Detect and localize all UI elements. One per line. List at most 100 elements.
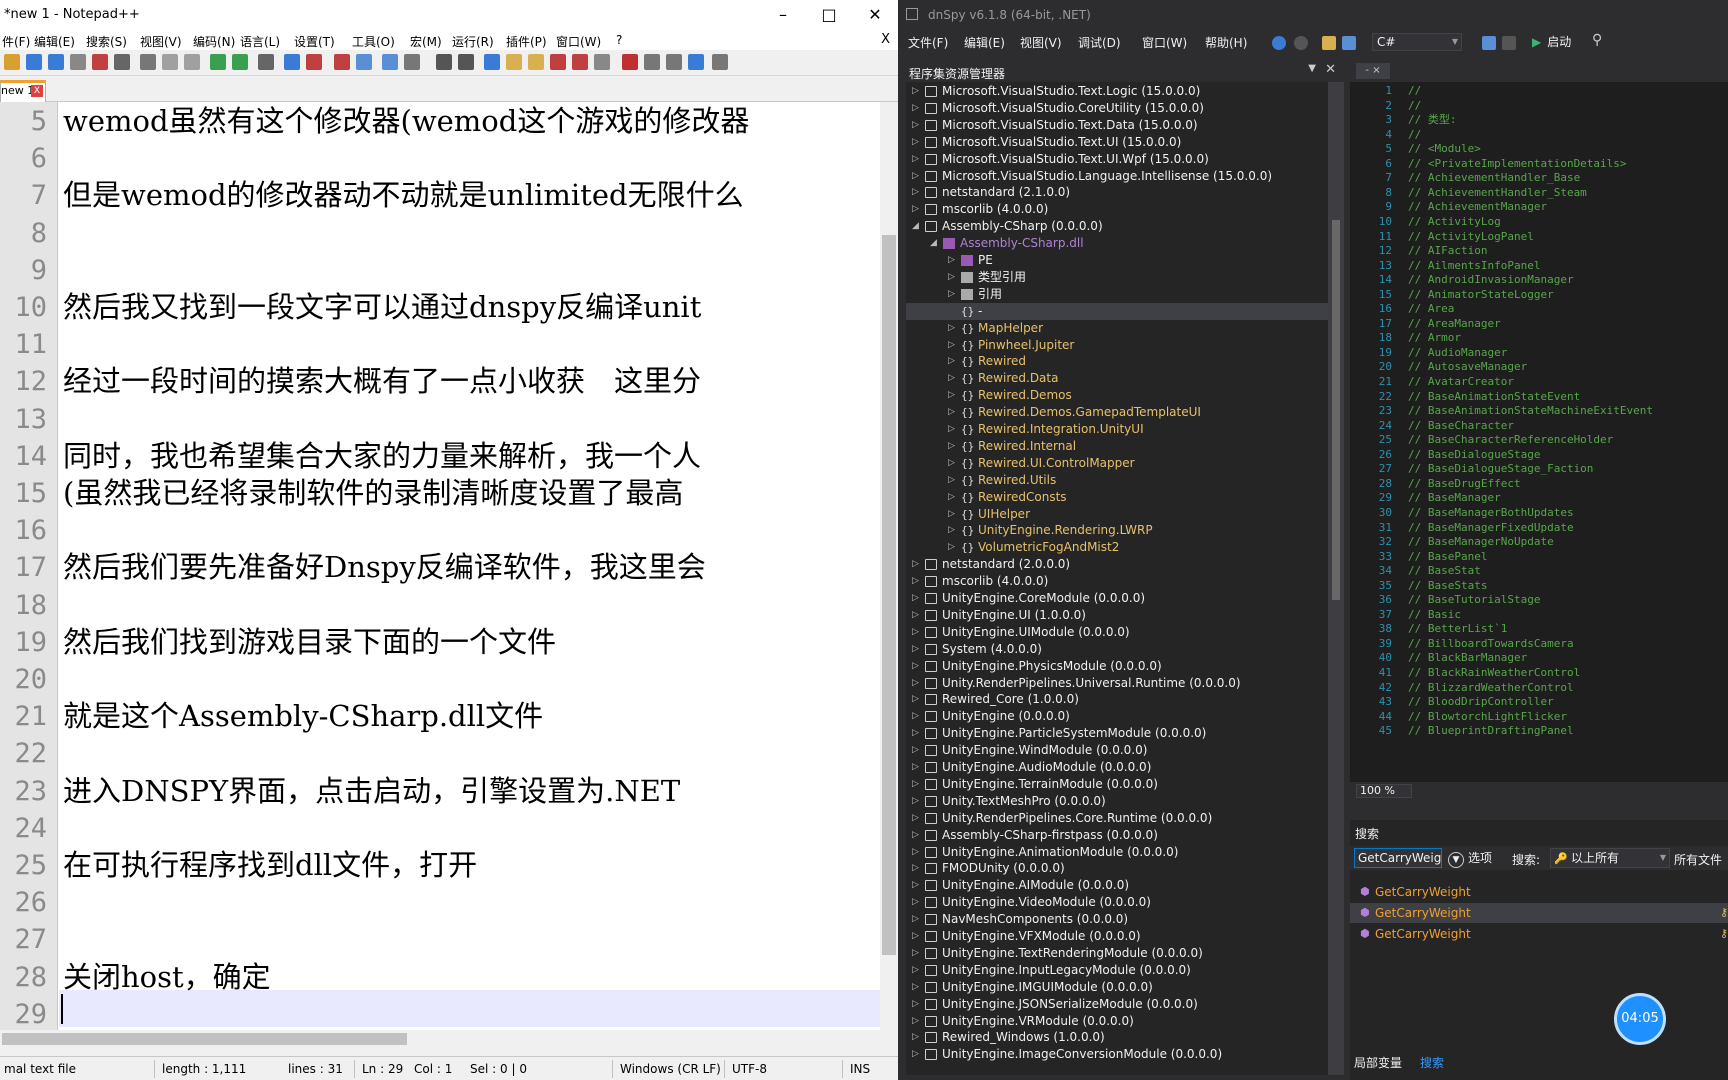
tree-node[interactable]: ▷{} UIHelper — [906, 506, 1328, 523]
folder-workspace-icon[interactable] — [572, 54, 588, 70]
zoom-out-icon[interactable] — [356, 54, 372, 70]
assembly-tree[interactable]: ▷ Microsoft.VisualStudio.Text.Logic (15.0… — [906, 82, 1328, 1075]
tree-node[interactable]: ▷ netstandard (2.1.0.0) — [906, 184, 1328, 201]
expander-icon[interactable]: ▷ — [948, 370, 958, 387]
tree-node[interactable]: ▷{} Rewired.Demos.GamepadTemplateUI — [906, 404, 1328, 421]
save-all-icon[interactable] — [70, 54, 86, 70]
cut-icon[interactable] — [162, 54, 178, 70]
print-icon[interactable] — [140, 54, 156, 70]
expander-icon[interactable]: ▷ — [912, 776, 922, 793]
expander-icon[interactable]: ▷ — [912, 894, 922, 911]
expander-icon[interactable]: ▷ — [948, 252, 958, 269]
close-document-icon[interactable]: X — [881, 32, 890, 47]
expander-icon[interactable]: ▷ — [912, 641, 922, 658]
tree-node[interactable]: ▷ mscorlib (4.0.0.0) — [906, 201, 1328, 218]
tree-node[interactable]: ▷ Unity.RenderPipelines.Core.Runtime (0.0… — [906, 810, 1328, 827]
dnspy-menu-item[interactable]: 编辑(E) — [964, 34, 1005, 51]
tree-node[interactable]: ▷ 类型引用 — [906, 269, 1328, 286]
tree-scroll-thumb[interactable] — [1332, 220, 1340, 600]
tree-node[interactable]: ▷{} UnityEngine.Rendering.LWRP — [906, 522, 1328, 539]
tree-node[interactable]: ▷ UnityEngine.TerrainModule (0.0.0.0) — [906, 776, 1328, 793]
search-result-row[interactable]: ⬢ GetCarryWeight ⚷ — [1350, 924, 1728, 944]
tree-node[interactable]: ▷{} Rewired.Utils — [906, 472, 1328, 489]
tree-node[interactable]: ▷ Rewired_Core (1.0.0.0) — [906, 691, 1328, 708]
expander-icon[interactable]: ▷ — [912, 573, 922, 590]
menu-item[interactable]: 视图(V) — [140, 33, 182, 50]
search-options-button[interactable]: ▼ 选项 — [1448, 849, 1492, 868]
forward-arrow-icon[interactable] — [1294, 36, 1308, 50]
tree-node[interactable]: ◢ Assembly-CSharp.dll — [906, 235, 1328, 252]
tree-node[interactable]: ▷ Unity.RenderPipelines.Universal.Runtime… — [906, 675, 1328, 692]
monitor-icon[interactable] — [594, 54, 610, 70]
tree-node[interactable]: ▷ UnityEngine.AIModule (0.0.0.0) — [906, 877, 1328, 894]
paste-icon[interactable] — [210, 54, 226, 70]
expander-icon[interactable]: ▷ — [948, 455, 958, 472]
redo-icon[interactable] — [1502, 36, 1516, 50]
expander-icon[interactable]: ▷ — [912, 201, 922, 218]
menu-item[interactable]: 宏(M) — [410, 33, 442, 50]
sync-horizontal-icon[interactable] — [404, 54, 420, 70]
expander-icon[interactable]: ▷ — [948, 472, 958, 489]
expander-icon[interactable]: ▷ — [912, 928, 922, 945]
open-folder-icon[interactable] — [1322, 36, 1336, 50]
dnspy-menu-item[interactable]: 调试(D) — [1078, 34, 1121, 51]
expander-icon[interactable]: ▷ — [912, 827, 922, 844]
decompiled-code[interactable]: 1 2 3 4 5 6 7 8 9 10 11 12 13 14 15 16 17 18 19 20 21 22 23 24 2… — [1350, 82, 1728, 782]
zoom-in-icon[interactable] — [334, 54, 350, 70]
tree-node[interactable]: ▷{} Pinwheel.Jupiter — [906, 337, 1328, 354]
expander-icon[interactable]: ▷ — [948, 539, 958, 556]
new-file-icon[interactable] — [4, 54, 20, 70]
start-debug-button[interactable]: ▶ 启动 — [1532, 33, 1571, 50]
vertical-scroll-thumb[interactable] — [882, 235, 896, 955]
expander-icon[interactable]: ▷ — [912, 168, 922, 185]
language-select[interactable]: C# ▼ — [1372, 33, 1462, 51]
expander-icon[interactable]: ▷ — [912, 1046, 922, 1063]
tree-node[interactable]: ▷ mscorlib (4.0.0.0) — [906, 573, 1328, 590]
code-tab[interactable]: - × — [1356, 63, 1390, 79]
expander-icon[interactable]: ▷ — [912, 134, 922, 151]
expander-icon[interactable]: ▷ — [912, 675, 922, 692]
tree-node[interactable]: {} - — [906, 302, 1328, 320]
dnspy-menu-item[interactable]: 文件(F) — [908, 34, 948, 51]
expander-icon[interactable]: ◢ — [912, 218, 922, 235]
expander-icon[interactable]: ▷ — [912, 810, 922, 827]
expander-icon[interactable]: ▷ — [912, 844, 922, 861]
search-result-row[interactable]: ⬢ GetCarryWeight ⚷ — [1350, 903, 1728, 923]
tab-search[interactable]: 搜索 — [1420, 1054, 1444, 1071]
tree-node[interactable]: ▷ System (4.0.0.0) — [906, 641, 1328, 658]
save-macro-icon[interactable] — [712, 54, 728, 70]
expander-icon[interactable]: ▷ — [912, 877, 922, 894]
close-all-icon[interactable] — [114, 54, 130, 70]
tree-node[interactable]: ▷{} Rewired — [906, 353, 1328, 370]
tab-close-icon[interactable]: X — [31, 85, 43, 97]
tree-node[interactable]: ▷{} Rewired.Data — [906, 370, 1328, 387]
open-file-icon[interactable] — [26, 54, 42, 70]
tree-node[interactable]: ▷ Rewired_Windows (1.0.0.0) — [906, 1029, 1328, 1046]
expander-icon[interactable]: ▷ — [912, 590, 922, 607]
maximize-button[interactable]: □ — [806, 0, 852, 30]
show-all-icon[interactable] — [458, 54, 474, 70]
expander-icon[interactable]: ▷ — [912, 1013, 922, 1030]
tree-node[interactable]: ▷ UnityEngine.VRModule (0.0.0.0) — [906, 1013, 1328, 1030]
tree-node[interactable]: ▷ UnityEngine.IMGUIModule (0.0.0.0) — [906, 979, 1328, 996]
tree-node[interactable]: ▷ UnityEngine.UI (1.0.0.0) — [906, 607, 1328, 624]
expander-icon[interactable]: ▷ — [948, 286, 958, 303]
expander-icon[interactable]: ▷ — [948, 421, 958, 438]
tree-node[interactable]: ▷{} Rewired.Internal — [906, 438, 1328, 455]
back-arrow-icon[interactable] — [1272, 36, 1286, 50]
tree-node[interactable]: ▷ Microsoft.VisualStudio.Language.Intelli… — [906, 168, 1328, 185]
language-icon[interactable] — [506, 54, 522, 70]
tree-node[interactable]: ▷ UnityEngine.InputLegacyModule (0.0.0.0) — [906, 962, 1328, 979]
menu-item[interactable]: 插件(P) — [506, 33, 547, 50]
expander-icon[interactable]: ◢ — [930, 235, 940, 252]
expander-icon[interactable]: ▷ — [912, 996, 922, 1013]
menu-item[interactable]: 设置(T) — [294, 33, 335, 50]
expander-icon[interactable]: ▷ — [912, 860, 922, 877]
expander-icon[interactable]: ▷ — [912, 624, 922, 641]
tab-new-1[interactable]: new 1 X — [0, 80, 46, 102]
tree-node[interactable]: ▷ UnityEngine.TextRenderingModule (0.0.0.… — [906, 945, 1328, 962]
tree-node[interactable]: ▷{} MapHelper — [906, 320, 1328, 337]
undo-icon[interactable] — [1482, 36, 1496, 50]
search-file-scope[interactable]: 所有文件 — [1674, 851, 1722, 868]
expander-icon[interactable]: ▷ — [948, 522, 958, 539]
